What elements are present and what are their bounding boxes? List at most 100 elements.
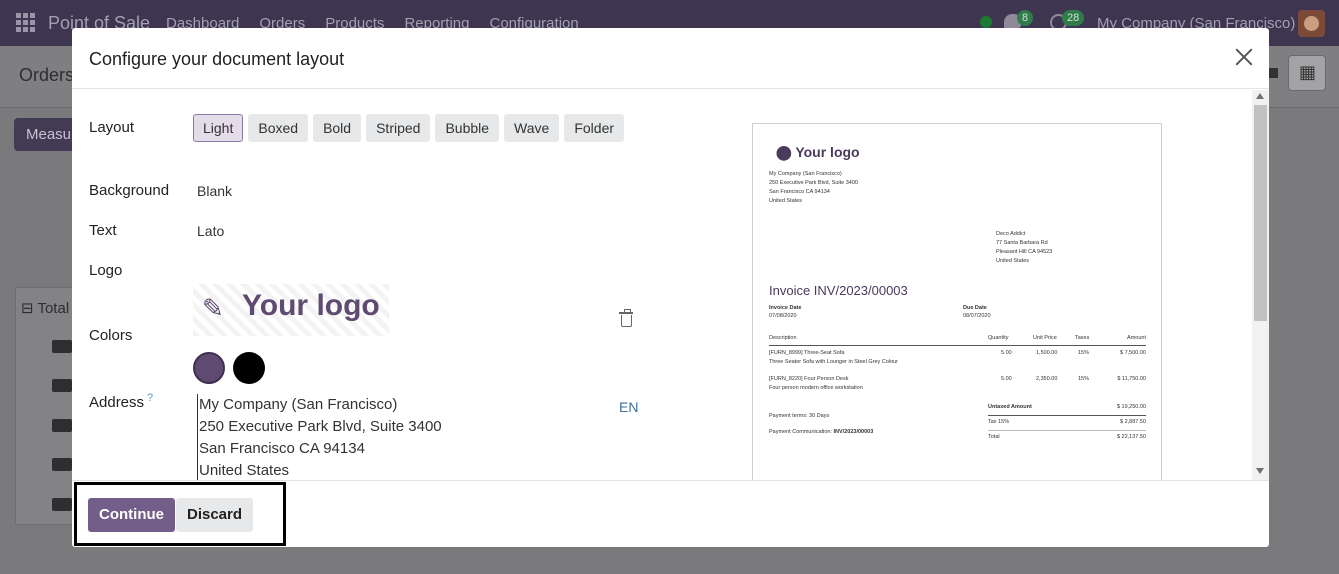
logo-placeholder-text: Your logo	[242, 289, 380, 322]
continue-button[interactable]: Continue	[88, 498, 175, 532]
secondary-color-swatch[interactable]	[233, 352, 265, 384]
preview-tax-label: Tax 15%	[988, 419, 1010, 425]
breadcrumb[interactable]: Orders	[19, 65, 74, 86]
primary-color-swatch[interactable]	[193, 352, 225, 384]
address-label: Address?	[89, 392, 153, 411]
layout-label: Layout	[89, 119, 135, 136]
preview-customer-line: United States	[996, 258, 1030, 264]
layout-option-bold[interactable]: Bold	[313, 114, 362, 142]
layout-option-wave[interactable]: Wave	[504, 114, 560, 142]
preview-line-qty: 5.00	[1001, 350, 1012, 356]
preview-untaxed-value: $ 19,250.00	[1116, 404, 1146, 410]
preview-lines-table: Description Quantity Unit Price Taxes Am…	[769, 334, 1146, 402]
layout-option-boxed[interactable]: Boxed	[248, 114, 309, 142]
preview-total-row: Total $ 22,137.50	[988, 431, 1146, 446]
preview-payment-comm-label: Payment Communication:	[769, 429, 832, 435]
preview-col-description: Description	[769, 335, 797, 341]
address-line: 250 Executive Park Blvd, Suite 3400	[199, 418, 442, 435]
dialog-title: Configure your document layout	[89, 49, 345, 69]
address-line: United States	[199, 462, 290, 479]
document-preview: ⬤ Your logo My Company (San Francisco) 2…	[752, 123, 1162, 480]
preview-invoice-date-label: Invoice Date	[769, 305, 802, 311]
measures-button[interactable]: Measu	[14, 118, 78, 151]
address-line: My Company (San Francisco)	[199, 396, 398, 413]
preview-address-line: San Francisco CA 94134	[769, 189, 830, 195]
pivot-total-header[interactable]: ⊟ Total	[21, 299, 69, 317]
preview-line-qty: 5.00	[1001, 376, 1012, 382]
preview-line-product: [FURN_8220] Four Person Desk	[769, 376, 849, 382]
close-icon[interactable]	[1233, 46, 1255, 68]
text-font-label: Text	[89, 222, 117, 239]
preview-line-tax: 15%	[1078, 376, 1090, 382]
preview-due-date-value: 08/07/2020	[963, 313, 991, 319]
preview-col-quantity: Quantity	[988, 335, 1009, 341]
preview-total-row: Tax 15% $ 2,887.50	[988, 416, 1146, 431]
logo-upload[interactable]: ✎ Your logo	[193, 284, 389, 336]
language-translate-button[interactable]: EN	[619, 399, 638, 415]
trash-icon[interactable]	[619, 309, 633, 327]
preview-address-line: My Company (San Francisco)	[769, 171, 842, 177]
background-label: Background	[89, 182, 170, 199]
preview-totals: Untaxed Amount $ 19,250.00 Tax 15% $ 2,8…	[988, 401, 1146, 446]
scroll-down-arrow-icon[interactable]	[1256, 468, 1264, 474]
preview-line-tax: 15%	[1078, 350, 1090, 356]
layout-option-folder[interactable]: Folder	[564, 114, 625, 142]
preview-address-line: United States	[769, 198, 803, 204]
preview-line-amount: $ 11,750.00	[1117, 376, 1146, 382]
preview-customer-line: Deco Addict	[996, 231, 1026, 237]
expand-row-icon[interactable]	[52, 458, 72, 471]
expand-row-icon[interactable]	[52, 419, 72, 432]
preview-col-taxes: Taxes	[1075, 335, 1090, 341]
dialog-scrollbar[interactable]	[1252, 90, 1269, 480]
apps-grid-icon[interactable]	[16, 13, 35, 32]
preview-logo-text: Your logo	[795, 144, 860, 160]
preview-table-row: [FURN_8220] Four Person Desk Four person…	[769, 376, 1146, 402]
preview-invoice-date-value: 07/08/2020	[769, 313, 797, 319]
preview-customer-address: Deco Addict 77 Santa Barbara Rd Pleasant…	[996, 230, 1052, 266]
preview-line-amount: $ 7,500.00	[1120, 350, 1146, 356]
font-select[interactable]: Lato	[197, 223, 224, 239]
preview-payment-comm-value: INV/2023/00003	[833, 429, 874, 435]
layout-options: Light Boxed Bold Striped Bubble Wave Fol…	[193, 114, 625, 142]
address-line: San Francisco CA 94134	[199, 440, 365, 457]
pivot-total-label: Total	[37, 300, 70, 317]
pivot-view-button[interactable]	[1288, 55, 1326, 91]
preview-address-line: 250 Executive Park Blvd, Suite 3400	[769, 180, 858, 186]
activity-badge: 28	[1062, 10, 1085, 26]
layout-option-striped[interactable]: Striped	[366, 114, 431, 142]
preview-invoice-date: Invoice Date 07/08/2020	[769, 304, 801, 320]
discard-button[interactable]: Discard	[176, 498, 254, 532]
scroll-up-arrow-icon[interactable]	[1256, 93, 1264, 99]
preview-invoice-title: Invoice INV/2023/00003	[769, 283, 908, 298]
preview-company-address: My Company (San Francisco) 250 Executive…	[769, 170, 858, 206]
scroll-thumb[interactable]	[1254, 105, 1267, 321]
colors-label: Colors	[89, 327, 133, 344]
expand-row-icon[interactable]	[52, 340, 72, 353]
preview-col-unit-price: Unit Price	[1033, 335, 1057, 341]
preview-customer-line: 77 Santa Barbara Rd	[996, 240, 1048, 246]
preview-payment-terms: Payment terms: 30 Days	[769, 413, 830, 419]
preview-customer-line: Pleasant Hill CA 94523	[996, 249, 1053, 255]
layout-option-bubble[interactable]: Bubble	[435, 114, 500, 142]
dialog-footer: Continue Discard	[72, 480, 1269, 547]
online-status-icon	[980, 16, 992, 28]
preview-untaxed-label: Untaxed Amount	[988, 404, 1032, 410]
address-textarea[interactable]: My Company (San Francisco) 250 Executive…	[197, 394, 442, 480]
preview-grand-total-value: $ 22,137.50	[1116, 434, 1146, 440]
expand-row-icon[interactable]	[52, 379, 72, 392]
preview-line-description: Three Seater Sofa with Lounger in Steel …	[769, 359, 899, 365]
layout-option-light[interactable]: Light	[193, 114, 244, 142]
preview-line-description: Four person modern office workstation	[769, 385, 863, 391]
document-layout-dialog: Configure your document layout Layout Li…	[72, 28, 1269, 547]
preview-due-date: Due Date 08/07/2020	[963, 304, 991, 320]
dialog-body: Layout Light Boxed Bold Striped Bubble W…	[72, 90, 1269, 480]
user-avatar[interactable]	[1298, 10, 1325, 37]
help-tooltip-icon[interactable]: ?	[147, 392, 153, 404]
pivot-table	[15, 287, 80, 525]
address-label-text: Address	[89, 394, 145, 411]
preview-payment-communication: Payment Communication: INV/2023/00003	[769, 424, 873, 440]
expand-row-icon[interactable]	[52, 498, 72, 511]
background-select[interactable]: Blank	[197, 183, 232, 199]
graph-view-icon[interactable]	[1268, 68, 1278, 78]
preview-line-product: [FURN_8999] Three-Seat Sofa	[769, 350, 845, 356]
